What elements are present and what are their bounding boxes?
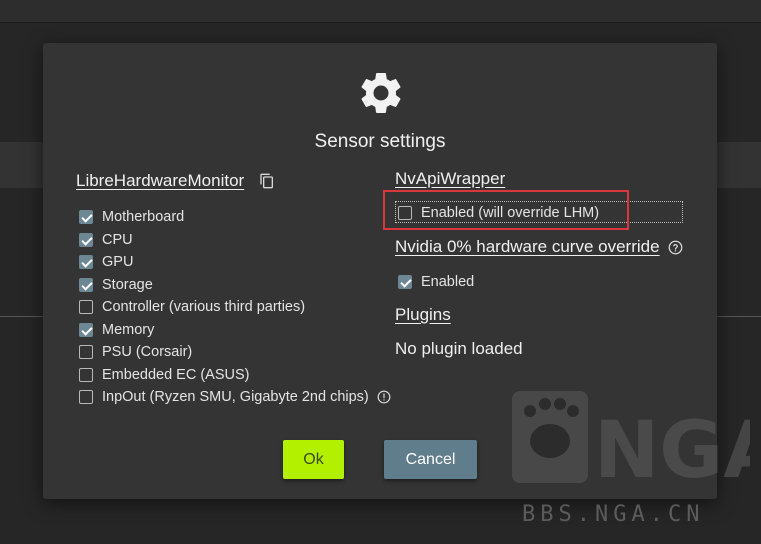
help-icon[interactable]: [668, 240, 683, 255]
checkbox[interactable]: [79, 233, 93, 247]
checkbox[interactable]: [79, 255, 93, 269]
checkbox-label: Storage: [102, 277, 153, 293]
checkbox[interactable]: [79, 300, 93, 314]
plugins-status: No plugin loaded: [395, 339, 523, 358]
nvidia-curve-section-title[interactable]: Nvidia 0% hardware curve override: [395, 237, 660, 257]
lhm-option-psu[interactable]: PSU (Corsair): [79, 342, 192, 362]
annotation-highlight-box: [383, 190, 629, 230]
nvidia-curve-section[interactable]: Nvidia 0% hardware curve override: [395, 237, 683, 257]
ok-button[interactable]: Ok: [283, 440, 344, 479]
lhm-option-embedded-ec[interactable]: Embedded EC (ASUS): [79, 365, 249, 385]
checkbox[interactable]: [79, 390, 93, 404]
plugins-section-title[interactable]: Plugins: [395, 305, 451, 325]
copy-icon[interactable]: [259, 172, 275, 190]
dialog-title: Sensor settings: [314, 131, 446, 152]
checkbox-label: Memory: [102, 322, 155, 338]
lhm-option-controller[interactable]: Controller (various third parties): [79, 297, 305, 317]
checkbox-label: PSU (Corsair): [102, 344, 193, 360]
watermark-logo-text: NGA: [594, 406, 750, 496]
checkbox[interactable]: [79, 210, 93, 224]
checkbox-label: Controller (various third parties): [102, 299, 306, 315]
checkbox-label: Motherboard: [102, 209, 185, 225]
lhm-option-inpout[interactable]: InpOut (Ryzen SMU, Gigabyte 2nd chips): [79, 387, 391, 407]
cancel-button[interactable]: Cancel: [384, 440, 477, 479]
checkbox-label: InpOut (Ryzen SMU, Gigabyte 2nd chips): [102, 389, 369, 405]
checkbox[interactable]: [79, 323, 93, 337]
lhm-option-storage[interactable]: Storage: [79, 275, 153, 295]
nga-watermark: NGA BBS.NGA.CN: [512, 391, 750, 527]
lhm-option-cpu[interactable]: CPU: [79, 230, 133, 250]
checkbox-label: Enabled: [421, 274, 475, 290]
lhm-option-gpu[interactable]: GPU: [79, 252, 133, 272]
lhm-option-motherboard[interactable]: Motherboard: [79, 207, 184, 227]
checkbox[interactable]: [79, 278, 93, 292]
checkbox-label: GPU: [102, 254, 134, 270]
nvapi-section-title[interactable]: NvApiWrapper: [395, 169, 505, 189]
checkbox-label: Embedded EC (ASUS): [102, 367, 250, 383]
app-top-bar: [0, 0, 761, 23]
lhm-section-title[interactable]: LibreHardwareMonitor: [76, 171, 244, 191]
watermark-url: BBS.NGA.CN: [522, 502, 704, 527]
bear-paw-logo: [512, 391, 588, 483]
checkbox[interactable]: [79, 368, 93, 382]
lhm-option-memory[interactable]: Memory: [79, 320, 154, 340]
nvidia-curve-enabled-option[interactable]: Enabled: [398, 272, 474, 292]
checkbox-label: CPU: [102, 232, 133, 248]
info-icon[interactable]: [377, 390, 391, 404]
gear-icon: [361, 72, 401, 113]
checkbox[interactable]: [79, 345, 93, 359]
checkbox[interactable]: [398, 275, 412, 289]
